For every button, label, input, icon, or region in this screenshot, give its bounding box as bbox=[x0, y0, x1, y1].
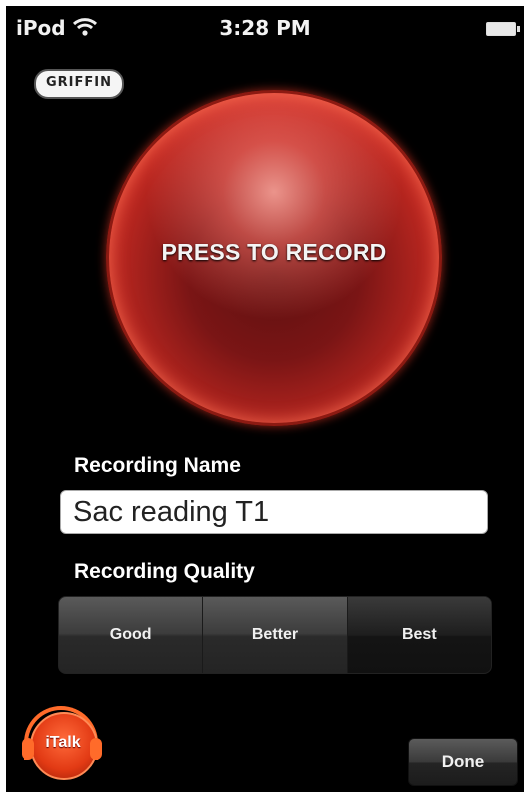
status-time: 3:28 PM bbox=[219, 16, 311, 40]
quality-option-best[interactable]: Best bbox=[347, 597, 491, 673]
done-button[interactable]: Done bbox=[408, 738, 518, 786]
record-button[interactable]: PRESS TO RECORD bbox=[106, 90, 442, 426]
record-button-label: PRESS TO RECORD bbox=[161, 239, 387, 265]
quality-option-good[interactable]: Good bbox=[59, 597, 204, 673]
recording-quality-label: Recording Quality bbox=[74, 560, 255, 583]
recording-name-label: Recording Name bbox=[74, 454, 241, 477]
status-bar: iPod 3:28 PM bbox=[6, 6, 524, 48]
quality-option-better[interactable]: Better bbox=[203, 597, 348, 673]
app-screen: iPod 3:28 PM GRIFFIN PRESS TO RECORD Rec… bbox=[6, 6, 524, 792]
griffin-logo: GRIFFIN bbox=[34, 69, 124, 99]
italk-logo: iTalk bbox=[22, 706, 102, 784]
quality-segmented-control: Good Better Best bbox=[58, 596, 492, 674]
recording-name-input[interactable] bbox=[60, 490, 488, 534]
italk-logo-text: iTalk bbox=[45, 734, 81, 751]
battery-icon bbox=[486, 22, 520, 36]
